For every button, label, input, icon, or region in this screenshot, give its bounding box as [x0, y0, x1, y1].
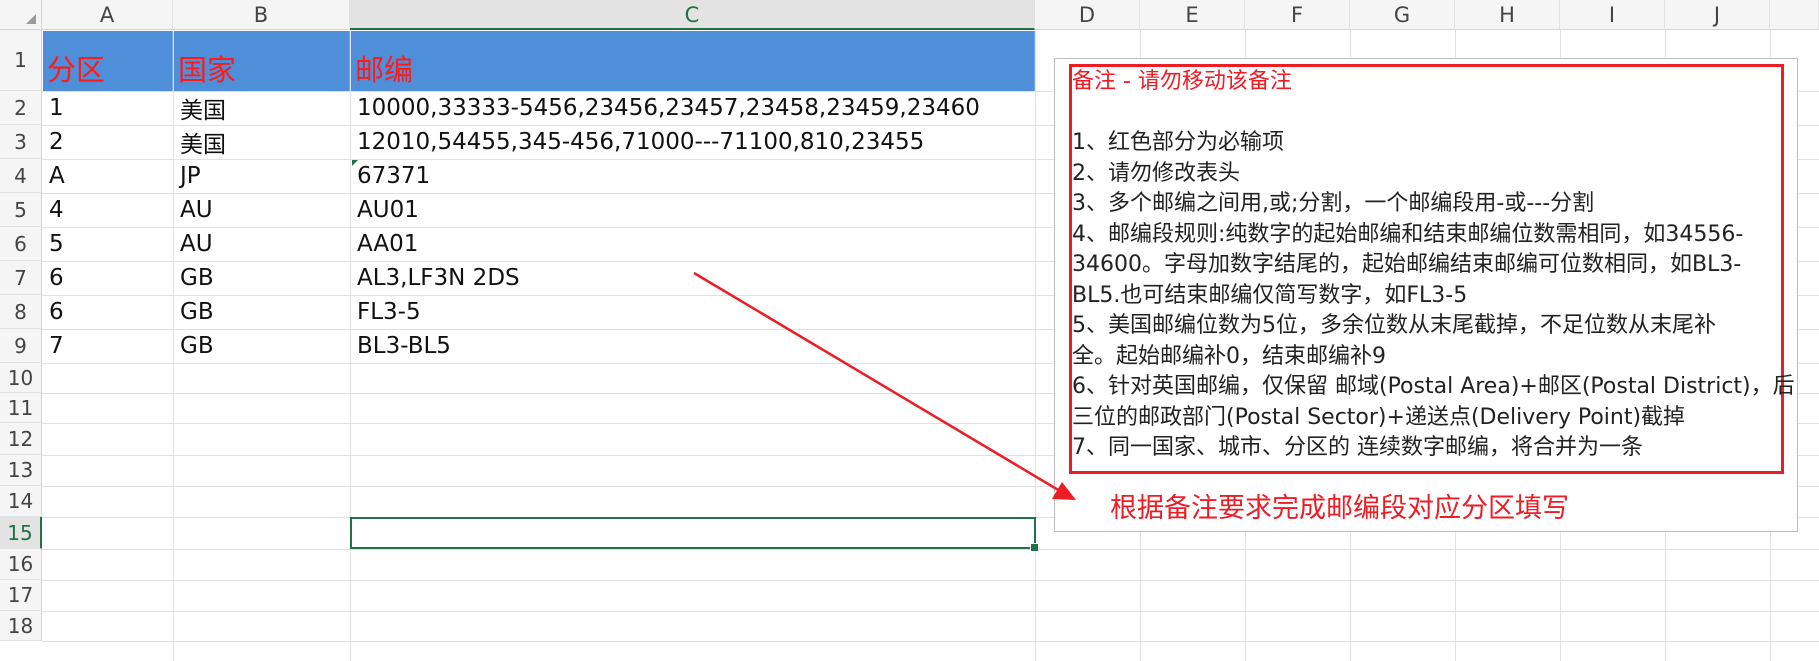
- callout-text: 根据备注要求完成邮编段对应分区填写: [1110, 493, 1569, 524]
- arrow-line: [693, 271, 1061, 493]
- callout-arrow: [693, 271, 1076, 500]
- arrowhead-icon: [1052, 482, 1076, 500]
